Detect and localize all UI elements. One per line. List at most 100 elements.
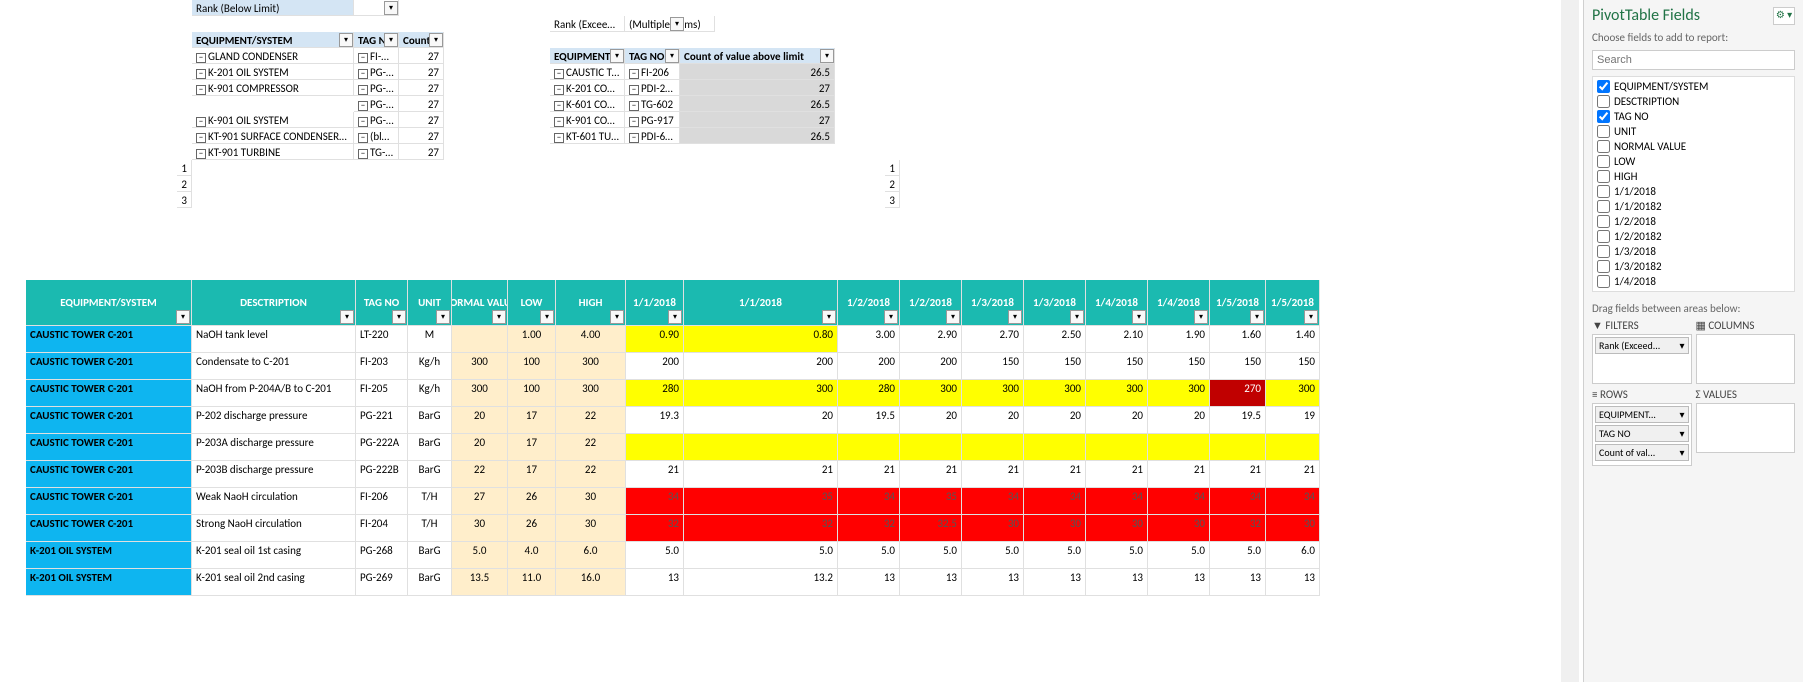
field-checkbox[interactable] bbox=[1597, 170, 1610, 183]
search-input[interactable] bbox=[1592, 50, 1795, 70]
collapse-icon[interactable]: − bbox=[358, 53, 368, 63]
pivot1-hdr-equip[interactable]: EQUIPMENT/SYSTEM bbox=[192, 32, 354, 48]
row-pill-equipment[interactable]: EQUIPMENT...▾ bbox=[1595, 406, 1689, 423]
collapse-icon[interactable]: − bbox=[196, 133, 206, 143]
field-item[interactable]: 1/2/2018 bbox=[1595, 214, 1792, 229]
collapse-icon[interactable]: − bbox=[358, 69, 368, 79]
field-checkbox[interactable] bbox=[1597, 275, 1610, 288]
table-filter-dropdown[interactable]: ▾ bbox=[1250, 310, 1264, 324]
pivot1-tag[interactable]: −PG-979 bbox=[354, 112, 399, 128]
field-checkbox[interactable] bbox=[1597, 125, 1610, 138]
field-item[interactable]: 1/1/20182 bbox=[1595, 199, 1792, 214]
collapse-icon[interactable]: − bbox=[629, 101, 639, 111]
collapse-icon[interactable]: − bbox=[554, 133, 564, 143]
collapse-icon[interactable]: − bbox=[629, 85, 639, 95]
pivot2-equip[interactable]: −CAUSTIC TOW bbox=[550, 64, 625, 80]
field-item[interactable]: TAG NO bbox=[1595, 109, 1792, 124]
field-checkbox[interactable] bbox=[1597, 80, 1610, 93]
pivot1-tag[interactable]: −TG-990 bbox=[354, 144, 399, 160]
table-filter-dropdown[interactable]: ▾ bbox=[540, 310, 554, 324]
table-filter-dropdown[interactable]: ▾ bbox=[1132, 310, 1146, 324]
collapse-icon[interactable]: − bbox=[358, 149, 368, 159]
table-header[interactable]: DESCTRIPTION bbox=[192, 280, 356, 326]
pivot2-equip[interactable]: −K-601 COMP bbox=[550, 96, 625, 112]
collapse-icon[interactable]: − bbox=[196, 85, 206, 95]
collapse-icon[interactable]: − bbox=[358, 85, 368, 95]
pivot2-tag[interactable]: −PDI-261 bbox=[625, 80, 680, 96]
values-area[interactable]: Σ VALUES bbox=[1696, 388, 1796, 466]
field-checkbox[interactable] bbox=[1597, 185, 1610, 198]
collapse-icon[interactable]: − bbox=[629, 69, 639, 79]
field-item[interactable]: 1/3/20182 bbox=[1595, 259, 1792, 274]
field-item[interactable]: 1/2/20182 bbox=[1595, 229, 1792, 244]
table-filter-dropdown[interactable]: ▾ bbox=[884, 310, 898, 324]
pivot2-hdr-count[interactable]: Count of value above limit bbox=[680, 48, 835, 64]
pivot1-rank-dropdown[interactable]: ▾ bbox=[384, 1, 398, 15]
field-checkbox[interactable] bbox=[1597, 155, 1610, 168]
table-filter-dropdown[interactable]: ▾ bbox=[176, 310, 190, 324]
table-filter-dropdown[interactable]: ▾ bbox=[946, 310, 960, 324]
table-filter-dropdown[interactable]: ▾ bbox=[1304, 310, 1318, 324]
collapse-icon[interactable]: − bbox=[554, 85, 564, 95]
pivot2-equip[interactable]: −K-201 COMP bbox=[550, 80, 625, 96]
pivot2-count-filter[interactable]: ▾ bbox=[820, 49, 834, 63]
table-filter-dropdown[interactable]: ▾ bbox=[1194, 310, 1208, 324]
table-header[interactable]: EQUIPMENT/SYSTEM bbox=[26, 280, 192, 326]
pivot2-tag[interactable]: −PG-917 bbox=[625, 112, 680, 128]
pivot1-equip[interactable]: −K-201 OIL SYSTEM bbox=[192, 64, 354, 80]
pivot1-tag[interactable]: −PG-984 bbox=[354, 96, 399, 112]
pivot1-tag-filter[interactable]: ▾ bbox=[384, 33, 398, 47]
row-pill-count[interactable]: Count of val...▾ bbox=[1595, 444, 1689, 461]
pivot1-tag[interactable]: −PG-919 bbox=[354, 80, 399, 96]
field-checkbox[interactable] bbox=[1597, 110, 1610, 123]
pivot2-equip-filter[interactable]: ▾ bbox=[610, 49, 624, 63]
field-item[interactable]: 1/1/2018 bbox=[1595, 184, 1792, 199]
pivot1-count-filter[interactable]: ▾ bbox=[429, 33, 443, 47]
gear-icon[interactable]: ⚙ ▾ bbox=[1773, 7, 1795, 25]
pivot1-equip[interactable]: −KT-901 SURFACE CONDENSER SYS bbox=[192, 128, 354, 144]
field-checkbox[interactable] bbox=[1597, 245, 1610, 258]
table-filter-dropdown[interactable]: ▾ bbox=[392, 310, 406, 324]
pivot1-tag[interactable]: −PG-221 bbox=[354, 64, 399, 80]
table-filter-dropdown[interactable]: ▾ bbox=[822, 310, 836, 324]
pivot1-equip[interactable]: −K-901 COMPRESSOR bbox=[192, 80, 354, 96]
pivot2-tag[interactable]: −TG-602 bbox=[625, 96, 680, 112]
pivot2-tag-filter[interactable]: ▾ bbox=[665, 49, 679, 63]
field-item[interactable]: LOW bbox=[1595, 154, 1792, 169]
field-item[interactable]: UNIT bbox=[1595, 124, 1792, 139]
collapse-icon[interactable]: − bbox=[554, 101, 564, 111]
filters-area[interactable]: ▼ FILTERS Rank (Exceed...▾ bbox=[1592, 319, 1692, 384]
table-filter-dropdown[interactable]: ▾ bbox=[1070, 310, 1084, 324]
field-checkbox[interactable] bbox=[1597, 95, 1610, 108]
pivot2-equip[interactable]: −KT-601 TURB bbox=[550, 128, 625, 144]
pivot2-rank-dropdown[interactable]: ▾ bbox=[670, 17, 684, 31]
pivot1-equip[interactable]: −K-901 OIL SYSTEM bbox=[192, 112, 354, 128]
vertical-scrollbar[interactable] bbox=[1561, 0, 1579, 682]
table-filter-dropdown[interactable]: ▾ bbox=[1008, 310, 1022, 324]
filter-pill[interactable]: Rank (Exceed...▾ bbox=[1595, 337, 1689, 354]
field-checkbox[interactable] bbox=[1597, 140, 1610, 153]
collapse-icon[interactable]: − bbox=[358, 133, 368, 143]
field-item[interactable]: EQUIPMENT/SYSTEM bbox=[1595, 79, 1792, 94]
pivot1-equip-filter[interactable]: ▾ bbox=[339, 33, 353, 47]
field-checkbox[interactable] bbox=[1597, 215, 1610, 228]
pivot2-tag[interactable]: −PDI-662 bbox=[625, 128, 680, 144]
row-pill-tagno[interactable]: TAG NO▾ bbox=[1595, 425, 1689, 442]
table-filter-dropdown[interactable]: ▾ bbox=[668, 310, 682, 324]
collapse-icon[interactable]: − bbox=[196, 117, 206, 127]
field-item[interactable]: 1/3/2018 bbox=[1595, 244, 1792, 259]
collapse-icon[interactable]: − bbox=[358, 101, 368, 111]
pivot1-tag[interactable]: −(blank) bbox=[354, 128, 399, 144]
collapse-icon[interactable]: − bbox=[629, 117, 639, 127]
table-filter-dropdown[interactable]: ▾ bbox=[436, 310, 450, 324]
table-filter-dropdown[interactable]: ▾ bbox=[340, 310, 354, 324]
field-checkbox[interactable] bbox=[1597, 230, 1610, 243]
columns-area[interactable]: ▦ COLUMNS bbox=[1696, 319, 1796, 384]
field-item[interactable]: HIGH bbox=[1595, 169, 1792, 184]
collapse-icon[interactable]: − bbox=[196, 69, 206, 79]
collapse-icon[interactable]: − bbox=[554, 117, 564, 127]
collapse-icon[interactable]: − bbox=[196, 149, 206, 159]
pivot1-equip[interactable]: −GLAND CONDENSER bbox=[192, 48, 354, 64]
field-item[interactable]: 1/4/2018 bbox=[1595, 274, 1792, 289]
collapse-icon[interactable]: − bbox=[629, 133, 639, 143]
